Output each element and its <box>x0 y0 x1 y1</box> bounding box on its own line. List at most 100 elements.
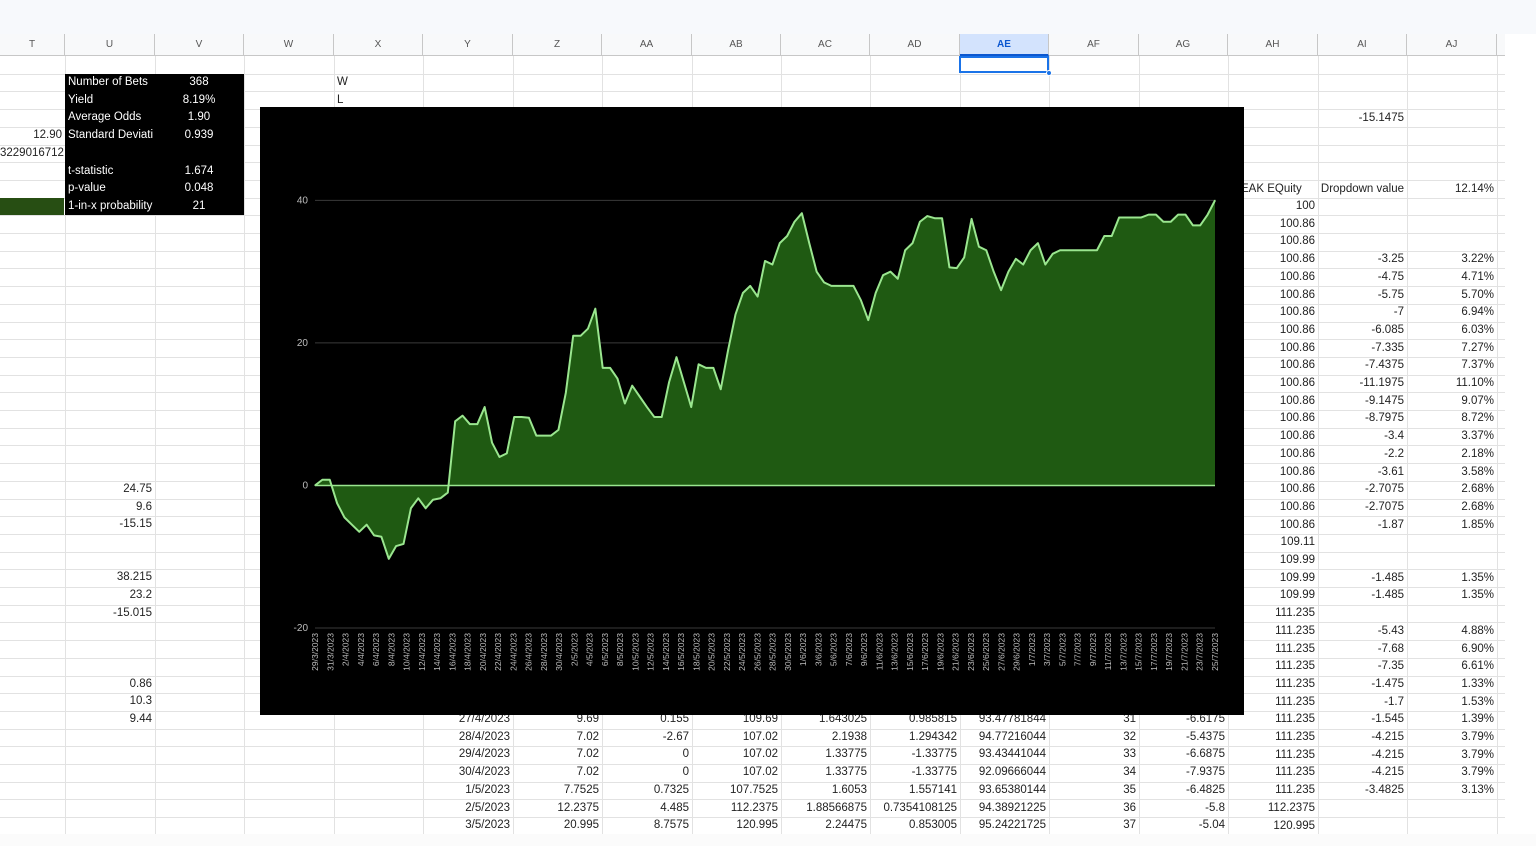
cell-data[interactable]: 94.77216044 <box>960 729 1049 747</box>
cell-data[interactable]: 7.02 <box>513 729 602 747</box>
cell-dropdown[interactable]: -1.7 <box>1318 694 1407 712</box>
cell-drawdown-pct[interactable]: 3.37% <box>1407 428 1497 446</box>
cell-data[interactable]: 93.65380144 <box>960 782 1049 800</box>
cell-peak-equity[interactable]: 120.995 <box>1228 818 1318 836</box>
cell-dropdown[interactable]: -4.215 <box>1318 729 1407 747</box>
cell-drawdown-pct[interactable]: 3.79% <box>1407 747 1497 765</box>
column-header-ai[interactable]: AI <box>1318 34 1407 56</box>
cell-data[interactable]: 34 <box>1049 764 1139 782</box>
cell-peak-equity[interactable]: 111.235 <box>1228 729 1318 747</box>
cell-drawdown-pct[interactable]: 6.90% <box>1407 641 1497 659</box>
cell-data[interactable]: 32 <box>1049 729 1139 747</box>
cell-drawdown-pct[interactable]: 3.13% <box>1407 782 1497 800</box>
cell-dropdown[interactable]: -8.7975 <box>1318 410 1407 428</box>
cell-dropdown[interactable]: -5.75 <box>1318 287 1407 305</box>
cell-data[interactable]: 2.1938 <box>781 729 870 747</box>
cell-data[interactable]: 28/4/2023 <box>423 729 513 747</box>
cell-drawdown-pct[interactable]: 2.68% <box>1407 499 1497 517</box>
cell-data[interactable]: 29/4/2023 <box>423 746 513 764</box>
column-header-w[interactable]: W <box>244 34 334 56</box>
selected-cell[interactable] <box>959 56 1049 73</box>
cell-dropdown[interactable]: -6.085 <box>1318 322 1407 340</box>
cell-drawdown-pct[interactable]: 1.33% <box>1407 676 1497 694</box>
cell-drawdown-pct[interactable]: 3.79% <box>1407 764 1497 782</box>
cell-dropdown[interactable]: -4.215 <box>1318 764 1407 782</box>
cell-dropdown[interactable]: -1.87 <box>1318 517 1407 535</box>
cell-data[interactable]: 0.853005 <box>870 817 960 835</box>
cell-data[interactable]: 0 <box>602 746 692 764</box>
cell-u[interactable]: -15.015 <box>65 605 155 623</box>
win-label[interactable]: W <box>334 74 394 92</box>
cell-drawdown-pct[interactable]: 3.58% <box>1407 464 1497 482</box>
cell-data[interactable]: -6.4825 <box>1139 782 1228 800</box>
cell-drawdown-pct[interactable]: 5.70% <box>1407 287 1497 305</box>
cell-drawdown-pct[interactable]: 7.37% <box>1407 357 1497 375</box>
cell-data[interactable]: -1.33775 <box>870 746 960 764</box>
cell-u[interactable]: -15.15 <box>65 516 155 534</box>
column-header-t[interactable]: T <box>0 34 65 56</box>
cell-data[interactable]: 1.33775 <box>781 746 870 764</box>
cell-data[interactable]: 107.7525 <box>692 782 781 800</box>
cell-data[interactable]: 93.43441044 <box>960 746 1049 764</box>
cell-drawdown-pct[interactable]: 1.85% <box>1407 517 1497 535</box>
column-header-z[interactable]: Z <box>513 34 602 56</box>
cell-data[interactable]: 112.2375 <box>692 800 781 818</box>
cell-data[interactable]: 95.24221725 <box>960 817 1049 835</box>
cell-dropdown[interactable]: -1.475 <box>1318 676 1407 694</box>
cell-data[interactable]: 120.995 <box>692 817 781 835</box>
cell-data[interactable]: 92.09666044 <box>960 764 1049 782</box>
cell-dropdown[interactable]: -2.7075 <box>1318 499 1407 517</box>
cell-data[interactable]: 7.7525 <box>513 782 602 800</box>
column-header-ac[interactable]: AC <box>781 34 870 56</box>
equity-chart[interactable]: 40 20 0 -20 29/3/2023 31/3/2023 2/4/2023 4/4/20… <box>260 107 1244 715</box>
cell-drawdown-pct[interactable]: 6.61% <box>1407 658 1497 676</box>
cell-drawdown-pct[interactable]: 8.72% <box>1407 410 1497 428</box>
cell-dropdown[interactable]: -9.1475 <box>1318 393 1407 411</box>
column-header-ah[interactable]: AH <box>1228 34 1318 56</box>
cell-dropdown[interactable]: -3.4825 <box>1318 782 1407 800</box>
cell-dropdown[interactable]: -3.61 <box>1318 464 1407 482</box>
cell-data[interactable]: -5.4375 <box>1139 729 1228 747</box>
cell-u[interactable]: 9.6 <box>65 499 155 517</box>
cell-peak-equity[interactable]: 112.2375 <box>1228 800 1318 818</box>
cell-drawdown-pct[interactable]: 1.53% <box>1407 694 1497 712</box>
cell-drawdown-pct[interactable]: 1.39% <box>1407 711 1497 729</box>
column-header-v[interactable]: V <box>155 34 244 56</box>
cell-peak-equity[interactable]: 111.235 <box>1228 764 1318 782</box>
cell-dropdown[interactable]: -4.75 <box>1318 269 1407 287</box>
cell-data[interactable]: 36 <box>1049 800 1139 818</box>
cell-data[interactable]: 0.7325 <box>602 782 692 800</box>
column-header-af[interactable]: AF <box>1049 34 1139 56</box>
cell-dropdown[interactable]: -1.545 <box>1318 711 1407 729</box>
ai-top-value[interactable]: -15.1475 <box>1318 110 1407 128</box>
cell-data[interactable]: -7.9375 <box>1139 764 1228 782</box>
highlighted-cell[interactable] <box>0 198 64 215</box>
cell-data[interactable]: 94.38921225 <box>960 800 1049 818</box>
cell-data[interactable]: -2.67 <box>602 729 692 747</box>
cell-data[interactable]: 2.24475 <box>781 817 870 835</box>
cell-data[interactable]: -6.6875 <box>1139 746 1228 764</box>
cell-drawdown-pct[interactable]: 6.94% <box>1407 304 1497 322</box>
cell-data[interactable]: 1.33775 <box>781 764 870 782</box>
cell-peak-equity[interactable]: 111.235 <box>1228 747 1318 765</box>
column-header-ag[interactable]: AG <box>1139 34 1228 56</box>
cell-dropdown[interactable]: -7.4375 <box>1318 357 1407 375</box>
peak-equity-header[interactable]: EAK EQuity <box>1238 181 1318 199</box>
cell-data[interactable]: 107.02 <box>692 764 781 782</box>
cell-dropdown[interactable]: -2.7075 <box>1318 481 1407 499</box>
dropdown-value-header[interactable]: Dropdown value <box>1318 181 1407 199</box>
cell-data[interactable]: -5.8 <box>1139 800 1228 818</box>
cell-data[interactable]: 7.02 <box>513 764 602 782</box>
column-header-aj[interactable]: AJ <box>1407 34 1497 56</box>
cell-data[interactable]: 4.485 <box>602 800 692 818</box>
cell-dropdown[interactable]: -1.485 <box>1318 570 1407 588</box>
cell-u[interactable]: 9.44 <box>65 711 155 729</box>
cell-drawdown-pct[interactable]: 6.03% <box>1407 322 1497 340</box>
column-header-ae[interactable]: AE <box>960 34 1049 56</box>
cell-data[interactable]: 8.7575 <box>602 817 692 835</box>
cell-drawdown-pct[interactable]: 3.79% <box>1407 729 1497 747</box>
cell-data[interactable]: 1.6053 <box>781 782 870 800</box>
cell-u[interactable]: 0.86 <box>65 676 155 694</box>
fill-handle[interactable] <box>1046 70 1052 76</box>
cell-u[interactable]: 38.215 <box>65 569 155 587</box>
